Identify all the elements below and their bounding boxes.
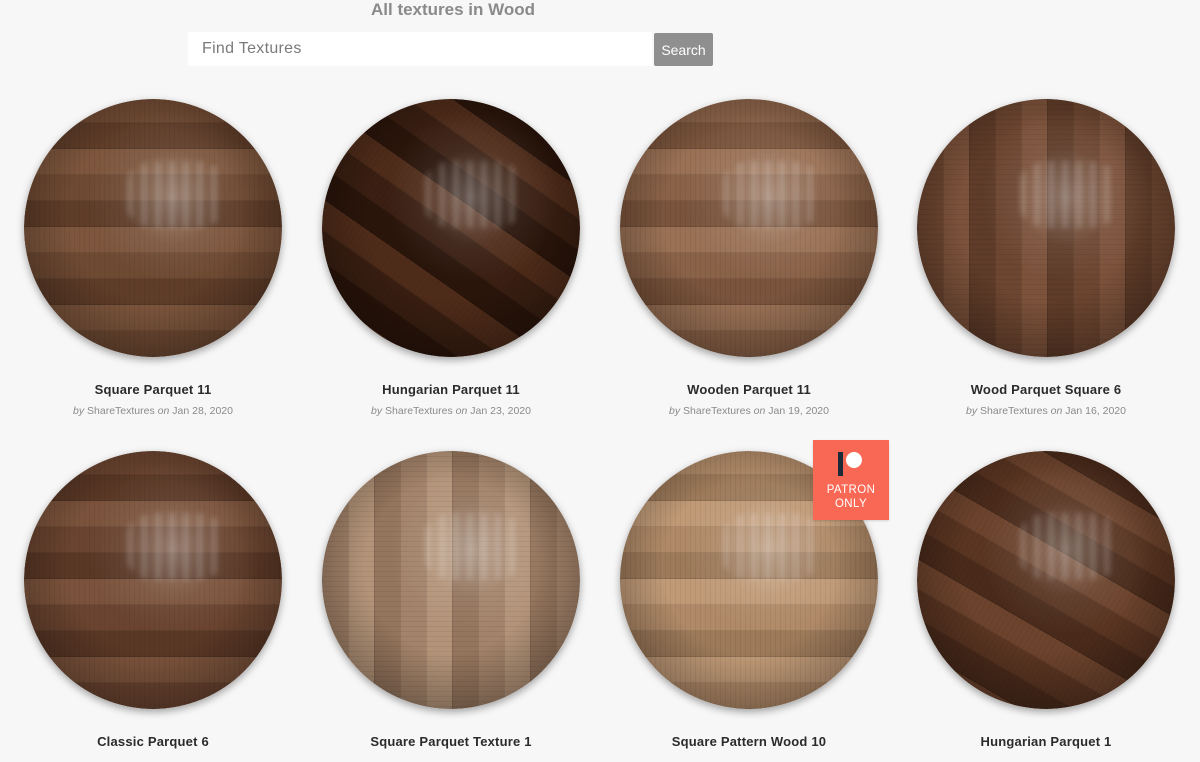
texture-sphere-image[interactable] bbox=[24, 99, 282, 357]
texture-meta: by ShareTextures on Jan 16, 2020 bbox=[966, 405, 1126, 417]
texture-title[interactable]: Square Pattern Wood 10 bbox=[600, 734, 898, 749]
texture-meta: by ShareTextures on Jan 19, 2020 bbox=[669, 405, 829, 417]
texture-sphere-image[interactable] bbox=[24, 451, 282, 709]
texture-title[interactable]: Classic Parquet 6 bbox=[4, 734, 302, 749]
patron-badge-line1: PATRON bbox=[826, 484, 876, 496]
search-bar: Search bbox=[188, 32, 714, 67]
texture-date: Jan 28, 2020 bbox=[172, 405, 233, 417]
texture-sphere-image[interactable] bbox=[917, 99, 1175, 357]
texture-date: Jan 19, 2020 bbox=[768, 405, 829, 417]
texture-title[interactable]: Hungarian Parquet 11 bbox=[302, 382, 600, 397]
texture-sphere-image[interactable] bbox=[620, 99, 878, 357]
texture-sphere-image[interactable] bbox=[322, 451, 580, 709]
texture-date: Jan 16, 2020 bbox=[1065, 405, 1126, 417]
patreon-icon bbox=[836, 451, 866, 477]
search-input[interactable] bbox=[188, 32, 652, 66]
author-link[interactable]: ShareTextures bbox=[980, 405, 1048, 417]
author-link[interactable]: ShareTextures bbox=[87, 405, 155, 417]
texture-meta: by ShareTextures on Jan 28, 2020 bbox=[73, 405, 233, 417]
texture-date: Jan 23, 2020 bbox=[470, 405, 531, 417]
author-link[interactable]: ShareTextures bbox=[385, 405, 453, 417]
patron-badge-line2: ONLY bbox=[834, 498, 868, 510]
texture-sphere-image[interactable] bbox=[917, 451, 1175, 709]
texture-title[interactable]: Hungarian Parquet 1 bbox=[897, 734, 1195, 749]
texture-title[interactable]: Square Parquet 11 bbox=[4, 382, 302, 397]
texture-meta: by ShareTextures on Jan 23, 2020 bbox=[371, 405, 531, 417]
page-title: All textures in Wood bbox=[371, 0, 536, 19]
search-button[interactable]: Search bbox=[654, 33, 713, 66]
texture-title[interactable]: Wooden Parquet 11 bbox=[600, 382, 898, 397]
texture-title[interactable]: Square Parquet Texture 1 bbox=[302, 734, 600, 749]
texture-sphere-image[interactable] bbox=[322, 99, 580, 357]
patron-only-badge[interactable]: PATRON ONLY bbox=[813, 440, 889, 520]
texture-title[interactable]: Wood Parquet Square 6 bbox=[897, 382, 1195, 397]
author-link[interactable]: ShareTextures bbox=[683, 405, 751, 417]
